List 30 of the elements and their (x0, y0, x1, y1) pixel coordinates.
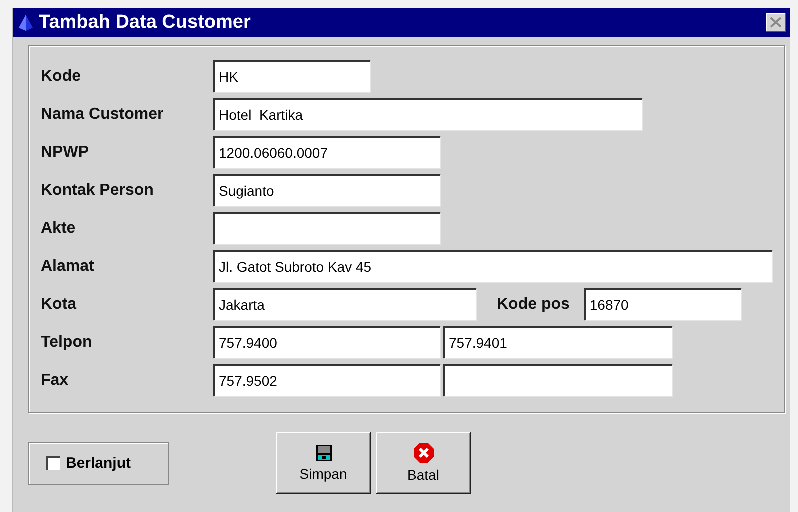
input-field[interactable]: Jl. Gatot Subroto Kav 45 (213, 250, 773, 283)
input-field[interactable] (443, 364, 673, 397)
input-field[interactable]: Jakarta (213, 288, 477, 321)
field-label: Kontak Person (41, 182, 155, 200)
field-label: Akte (41, 220, 77, 238)
input-field[interactable]: Hotel Kartika (213, 98, 643, 131)
field-label: Alamat (41, 258, 96, 276)
pyramid-icon (19, 14, 33, 30)
field-label: Kode (41, 68, 82, 86)
field-label: Fax (41, 372, 70, 390)
field-label: Kota (41, 296, 78, 314)
close-icon (770, 17, 782, 28)
input-field[interactable]: HK (213, 60, 371, 93)
field-label: Nama Customer (41, 106, 165, 124)
save-button[interactable]: Simpan (276, 432, 371, 494)
input-field[interactable]: Sugianto (213, 174, 441, 207)
input-field[interactable]: 757.9502 (213, 364, 441, 397)
window-title: Tambah Data Customer (39, 12, 252, 34)
field-label: NPWP (41, 144, 90, 162)
close-button[interactable] (766, 13, 786, 32)
cancel-button[interactable]: Batal (376, 432, 471, 494)
checkbox[interactable]: Berlanjut (28, 442, 169, 484)
input-field[interactable] (213, 212, 441, 245)
input-field[interactable]: 1200.06060.0007 (213, 136, 441, 169)
field-label: Kode pos (497, 296, 570, 314)
input-field[interactable]: 757.9401 (443, 326, 673, 359)
input-field[interactable]: 16870 (584, 288, 742, 321)
field-label: Telpon (41, 334, 94, 352)
cancel-icon (414, 443, 434, 463)
input-field[interactable]: 757.9400 (213, 326, 441, 359)
